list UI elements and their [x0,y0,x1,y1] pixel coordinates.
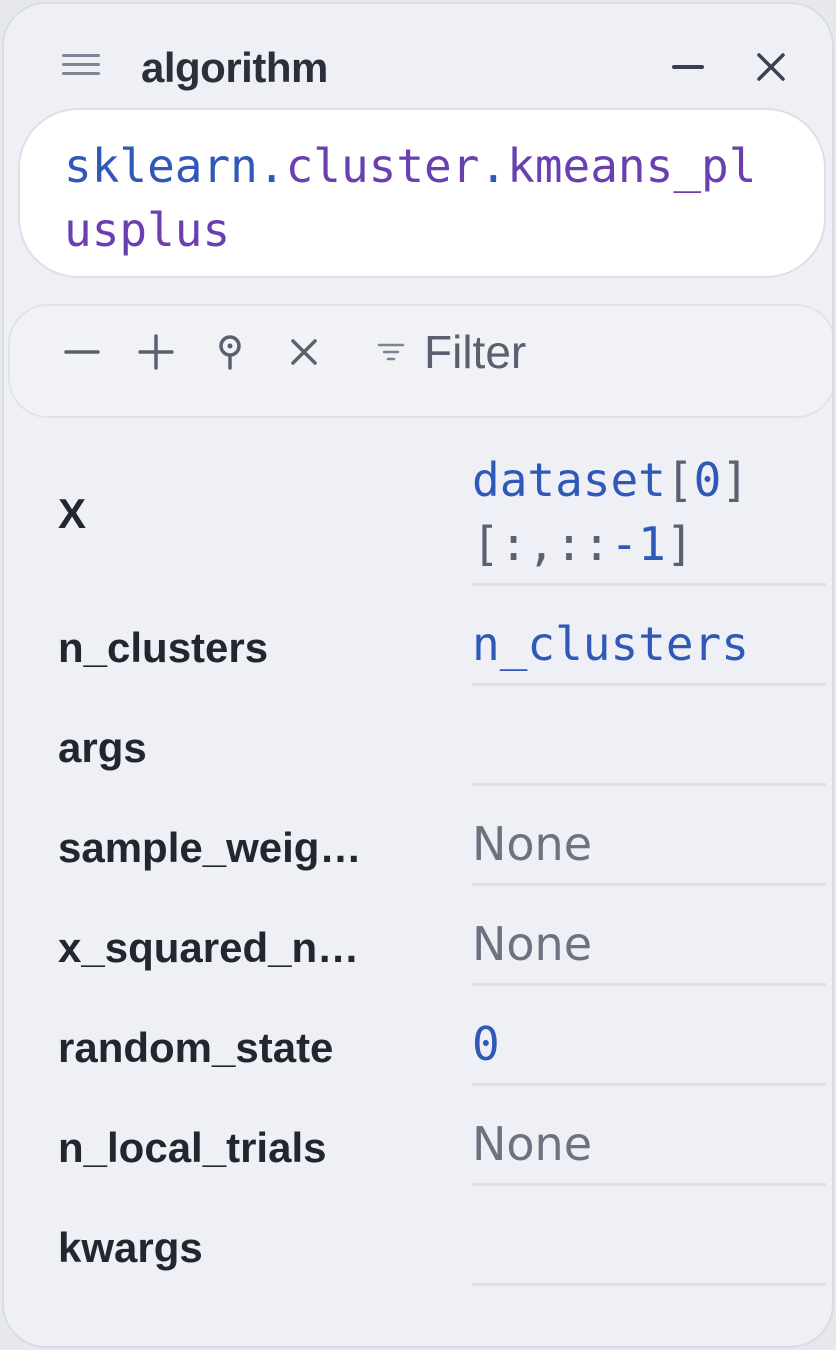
minus-icon[interactable] [62,332,102,372]
dot-token: . [479,139,508,193]
dot-token: . [257,139,286,193]
value-identifier: dataset [472,453,666,507]
param-name: n_local_trials [58,1124,327,1171]
param-name: n_clusters [58,624,269,671]
param-name: X [58,490,87,537]
hamburger-menu-icon[interactable] [62,52,102,78]
param-name: random_state [58,1024,334,1071]
value-punctuation: [ [665,453,694,507]
node-title: algorithm [141,44,328,91]
pin-icon[interactable] [210,332,250,372]
filter-icon [376,337,406,367]
param-value-field[interactable]: 0 [472,1012,826,1086]
param-value-field[interactable] [472,1212,826,1286]
param-value-field[interactable] [472,712,826,786]
module-token: sklearn [64,139,258,193]
filter-button[interactable]: Filter [376,324,526,380]
value-punctuation: ] [665,517,694,571]
close-icon[interactable] [750,46,792,88]
x-icon[interactable] [284,332,324,372]
param-value-field[interactable]: None [472,1112,826,1186]
param-value-field[interactable]: n_clusters [472,612,826,686]
node-header: algorithm [4,4,832,108]
param-name: kwargs [58,1224,203,1271]
minimize-icon[interactable] [668,46,708,86]
value-number: -1 [610,517,666,571]
algorithm-node-panel: algorithm sklearn.cluster.kmeans_plusplu… [2,2,834,1348]
plus-icon[interactable] [136,332,176,372]
value-number: 0 [693,453,722,507]
params-toolbar: Filter [8,304,832,418]
param-name: x_squared_n… [58,924,360,971]
filter-label: Filter [424,326,527,378]
function-path-input[interactable]: sklearn.cluster.kmeans_plusplus [18,108,826,278]
param-value-field[interactable]: dataset[0][:,::-1] [472,448,826,586]
param-name: sample_weig… [58,824,362,871]
submodule-token: cluster [285,139,480,193]
param-value-field[interactable]: None [472,812,826,886]
param-value-field[interactable]: None [472,912,826,986]
param-name: args [58,724,147,771]
